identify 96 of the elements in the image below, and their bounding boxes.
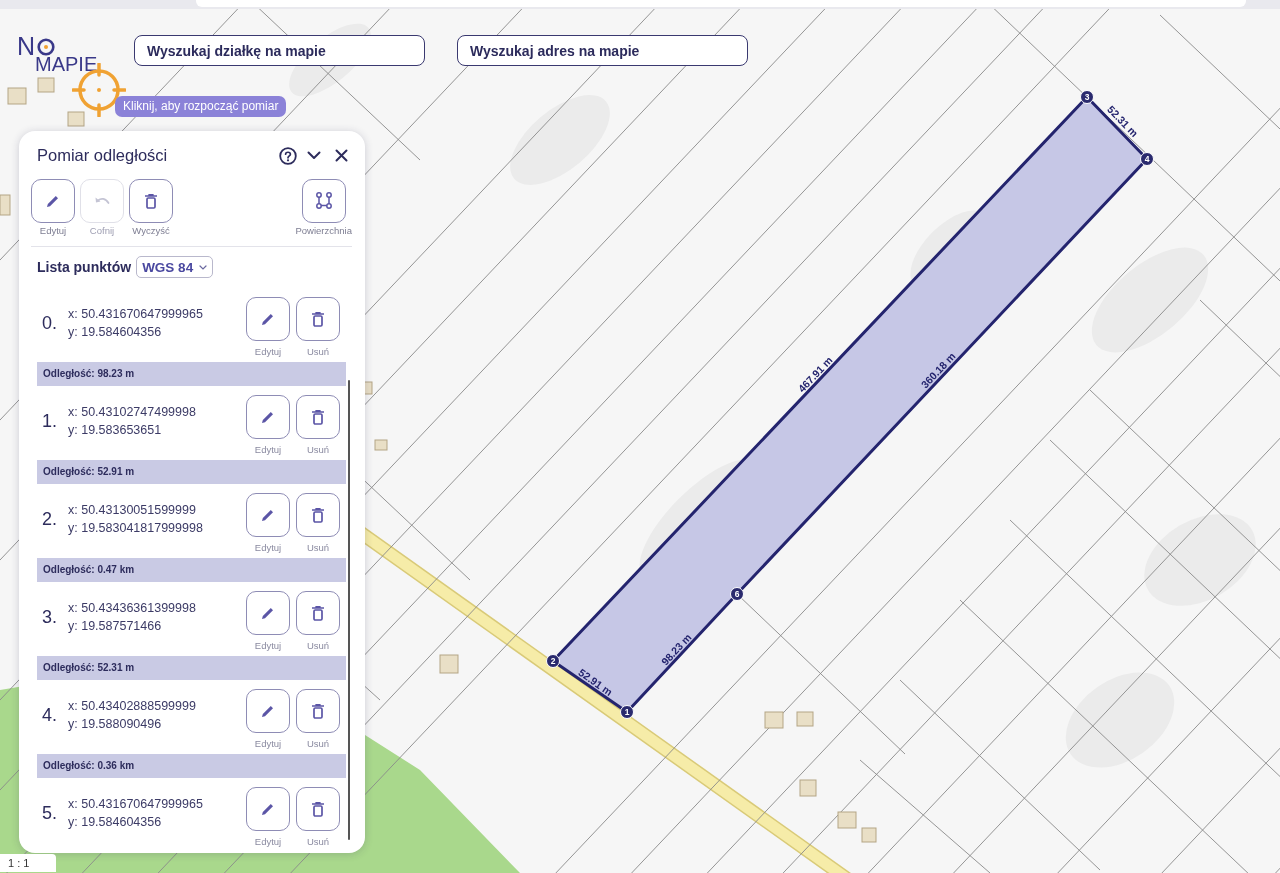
point-number: 1. [41, 411, 58, 433]
search-button[interactable]: Wyszukaj adres na mapie [457, 35, 748, 66]
building [796, 711, 814, 727]
building [837, 811, 857, 829]
coordinate-text: y: 19.583041817999998 [68, 520, 203, 537]
pencil-icon [46, 194, 60, 208]
edit-button[interactable] [246, 395, 290, 439]
tool-caption: Wyczyść [132, 225, 170, 237]
delete-button[interactable] [296, 591, 340, 635]
tool-caption: Edytuj [39, 225, 67, 237]
coordinate-text: x: 50.43402888599999 [68, 698, 196, 715]
building [439, 654, 459, 674]
pencil-icon [261, 606, 275, 620]
pencil-icon [261, 508, 275, 522]
delete-button[interactable] [296, 787, 340, 831]
action-caption: Edytuj [254, 444, 282, 456]
coordinate-text: y: 19.583653651 [68, 422, 163, 439]
coordinate-text: x: 50.43130051599999 [68, 502, 197, 519]
delete-button[interactable] [296, 395, 340, 439]
polygon-icon [314, 192, 333, 210]
action-caption: Edytuj [254, 738, 282, 750]
action-caption: Usuń [306, 444, 330, 456]
map-scale: 1 : 1 [0, 854, 56, 872]
edit-button[interactable] [31, 179, 75, 223]
trash-icon [312, 507, 324, 523]
coordinate-text: y: 19.587571466 [68, 618, 163, 635]
pencil-icon [261, 312, 275, 326]
trash-icon [312, 409, 324, 425]
action-caption: Usuń [306, 836, 330, 848]
edit-button[interactable] [246, 591, 290, 635]
coordinate-text: y: 19.584604356 [68, 324, 163, 341]
scrollbar[interactable] [348, 380, 350, 840]
building [861, 827, 877, 843]
edit-button[interactable] [246, 493, 290, 537]
building [374, 439, 388, 451]
point-number: 0. [41, 313, 58, 335]
edit-button[interactable] [246, 689, 290, 733]
delete-button[interactable] [296, 689, 340, 733]
building [67, 111, 85, 127]
edit-button[interactable] [246, 297, 290, 341]
tool-caption: Powierzchnia [295, 225, 352, 237]
trash-icon [312, 801, 324, 817]
action-caption: Usuń [306, 738, 330, 750]
list-title: Lista punktów [37, 259, 132, 275]
trash-icon [312, 311, 324, 327]
action-caption: Edytuj [254, 346, 282, 358]
search-button[interactable]: Wyszukaj działkę na mapie [134, 35, 425, 66]
point-number: 2. [41, 509, 58, 531]
action-caption: Usuń [306, 640, 330, 652]
undo-icon [94, 196, 110, 206]
panel-title: Pomiar odległości [37, 146, 169, 165]
coordinate-text: x: 50.43436361399998 [68, 600, 196, 617]
distance-bar: Odległość: 0.36 km [37, 754, 346, 778]
distance-bar: Odległość: 52.31 m [37, 656, 346, 680]
pencil-icon [261, 704, 275, 718]
distance-bar: Odległość: 0.47 km [37, 558, 346, 582]
coordinate-text: y: 19.584604356 [68, 814, 163, 831]
close-icon[interactable] [335, 149, 348, 162]
building [37, 77, 55, 93]
action-caption: Usuń [306, 346, 330, 358]
trash-icon [312, 605, 324, 621]
caret-icon [199, 264, 208, 270]
point-number: 4. [41, 705, 58, 727]
pencil-icon [261, 802, 275, 816]
coordinate-text: x: 50.43102747499998 [68, 404, 196, 421]
point-number: 3. [41, 607, 58, 629]
logo-text: MAPIE [35, 54, 98, 74]
building [764, 711, 784, 729]
pencil-icon [261, 410, 275, 424]
help-icon[interactable] [279, 146, 297, 165]
area-button[interactable] [301, 179, 346, 223]
crs-select[interactable]: WGS 84 [136, 256, 214, 278]
action-caption: Usuń [306, 542, 330, 554]
coordinate-text: y: 19.588090496 [68, 716, 163, 733]
coordinate-text: x: 50.431670647999965 [68, 796, 203, 813]
building [7, 87, 27, 105]
trash-icon [312, 703, 324, 719]
action-caption: Edytuj [254, 640, 282, 652]
trash-icon [145, 193, 157, 209]
action-caption: Edytuj [254, 542, 282, 554]
logo-text: N [17, 34, 36, 59]
building [0, 194, 11, 216]
delete-button[interactable] [296, 493, 340, 537]
distance-bar: Odległość: 98.23 m [37, 362, 346, 386]
tool-caption: Cofnij [89, 225, 115, 237]
delete-button[interactable] [296, 297, 340, 341]
action-caption: Edytuj [254, 836, 282, 848]
coordinate-text: x: 50.431670647999965 [68, 306, 203, 323]
point-number: 5. [41, 803, 58, 825]
hint-tooltip: Kliknij, aby rozpocząć pomiar [115, 96, 287, 117]
logo-ring-icon [37, 38, 56, 56]
clear-button[interactable] [129, 179, 173, 223]
chevron-down-icon[interactable] [307, 151, 321, 160]
building [799, 779, 817, 797]
distance-bar: Odległość: 52.91 m [37, 460, 346, 484]
edit-button[interactable] [246, 787, 290, 831]
